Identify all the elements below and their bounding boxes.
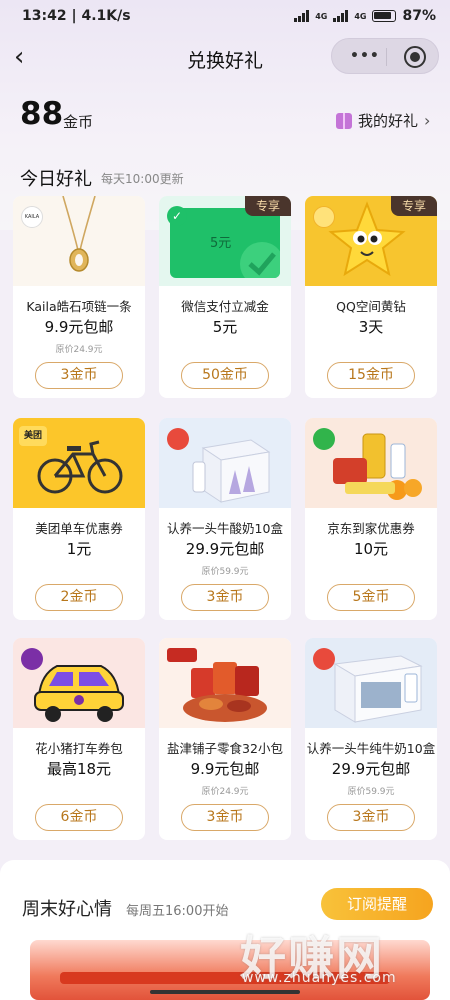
signal-icon-2 — [333, 10, 349, 22]
gift-icon — [336, 112, 352, 129]
product-image — [159, 418, 291, 508]
qzone-logo — [313, 206, 335, 228]
product-price: 29.9元包邮 — [331, 760, 411, 778]
battery-icon — [372, 10, 397, 22]
subscribe-reminder-button[interactable]: 订阅提醒 — [321, 888, 433, 920]
weekend-title: 周末好心情 — [22, 899, 112, 920]
original-price: 原价24.9元 — [201, 787, 249, 797]
product-name: 认养一头牛酸奶10盒 — [167, 521, 283, 536]
signal-icon — [294, 10, 310, 22]
more-dots-icon[interactable]: ••• — [350, 48, 380, 64]
product-image — [13, 638, 145, 728]
status-time-speed: 13:42 | 4.1K/s — [22, 8, 131, 24]
product-name: 花小猪打车券包 — [35, 741, 123, 756]
product-price: 5元 — [212, 318, 238, 336]
redeem-button[interactable]: 3金币 — [181, 584, 269, 611]
product-price: 3天 — [358, 318, 384, 336]
product-name: 微信支付立减金 — [181, 299, 269, 314]
wechat-check-icon: ✓ — [167, 206, 187, 226]
product-image — [159, 638, 291, 728]
redeem-button[interactable]: 50金币 — [181, 362, 269, 389]
product-image — [305, 418, 437, 508]
product-card[interactable]: 京东到家优惠券 10元 5金币 — [305, 418, 437, 620]
exclusive-badge: 专享 — [391, 196, 437, 216]
my-gifts-label: 我的好礼 — [358, 112, 419, 130]
redeem-button[interactable]: 3金币 — [35, 362, 123, 389]
original-price: 原价59.9元 — [201, 567, 249, 577]
redeem-button[interactable]: 5金币 — [327, 584, 415, 611]
product-name: Kaila皓石项链一条 — [26, 299, 132, 314]
redeem-button[interactable]: 15金币 — [327, 362, 415, 389]
network-label: 4G — [315, 11, 328, 21]
network-label-2: 4G — [354, 11, 367, 21]
status-right: 4G 4G 87% — [294, 8, 436, 24]
necklace-icon — [62, 196, 96, 272]
original-price: 原价24.9元 — [55, 345, 103, 355]
product-name: 认养一头牛纯牛奶10盒 — [306, 741, 436, 756]
product-price: 9.9元包邮 — [44, 318, 114, 336]
redeem-button[interactable]: 6金币 — [35, 804, 123, 831]
my-gifts-link[interactable]: 我的好礼 › — [336, 110, 430, 131]
bicycle-icon — [37, 440, 123, 494]
milk-box-icon — [333, 655, 423, 723]
product-price: 10元 — [353, 540, 389, 558]
product-name: QQ空间黄钻 — [336, 299, 406, 314]
chevron-right-icon: › — [424, 111, 431, 130]
product-image: 美团 — [13, 418, 145, 508]
product-image: KAILA — [13, 196, 145, 286]
miniprogram-capsule: ••• — [331, 38, 439, 74]
product-price: 9.9元包邮 — [190, 760, 260, 778]
product-image — [305, 638, 437, 728]
exclusive-badge: 专享 — [245, 196, 291, 216]
product-image: 专享 — [305, 196, 437, 286]
redeem-button[interactable]: 3金币 — [181, 804, 269, 831]
product-name: 美团单车优惠券 — [35, 521, 123, 536]
product-price: 29.9元包邮 — [185, 540, 265, 558]
section-title: 今日好礼 — [20, 169, 92, 190]
redeem-button[interactable]: 3金币 — [327, 804, 415, 831]
home-indicator[interactable] — [150, 990, 300, 994]
product-price: 1元 — [66, 540, 92, 558]
product-price: 最高18元 — [46, 760, 112, 778]
snack-packs-icon — [183, 662, 267, 722]
battery-percent: 87% — [402, 8, 436, 24]
product-card[interactable]: 专享 QQ空间黄钻 3天 15金币 — [305, 196, 437, 398]
product-card[interactable]: 美团 美团单车优惠券 1元 2金币 — [13, 418, 145, 620]
product-card[interactable]: 认养一头牛纯牛奶10盒 29.9元包邮 原价59.9元 3金币 — [305, 638, 437, 840]
groceries-icon — [333, 433, 422, 500]
watermark-url: www.zhuanyes.com — [242, 970, 397, 986]
original-price: 原价59.9元 — [347, 787, 395, 797]
status-bar: 13:42 | 4.1K/s 4G 4G 87% — [0, 0, 450, 32]
product-card[interactable]: 盐津铺子零食32小包 9.9元包邮 原价24.9元 3金币 — [159, 638, 291, 840]
capsule-divider — [386, 48, 387, 66]
product-card[interactable]: 花小猪打车券包 最高18元 6金币 — [13, 638, 145, 840]
close-target-icon[interactable] — [404, 46, 426, 68]
product-image: 5元 ✓ 专享 — [159, 196, 291, 286]
product-card[interactable]: KAILA Kaila皓石项链一条 9.9元包邮 原价24.9元 3金币 — [13, 196, 145, 398]
section-subtitle: 每天10:00更新 — [101, 172, 184, 186]
coin-unit: 金币 — [63, 113, 94, 131]
product-name: 盐津铺子零食32小包 — [167, 741, 283, 756]
yogurt-box-icon — [192, 439, 271, 503]
product-name: 京东到家优惠券 — [327, 521, 415, 536]
yellow-car-icon — [34, 665, 124, 722]
product-card[interactable]: 5元 ✓ 专享 微信支付立减金 5元 50金币 — [159, 196, 291, 398]
redeem-button[interactable]: 2金币 — [35, 584, 123, 611]
nav-bar: ‹ 兑换好礼 ••• — [0, 36, 450, 80]
weekend-subtitle: 每周五16:00开始 — [126, 904, 229, 919]
coin-balance: 88 — [20, 96, 64, 132]
product-card[interactable]: 认养一头牛酸奶10盒 29.9元包邮 原价59.9元 3金币 — [159, 418, 291, 620]
